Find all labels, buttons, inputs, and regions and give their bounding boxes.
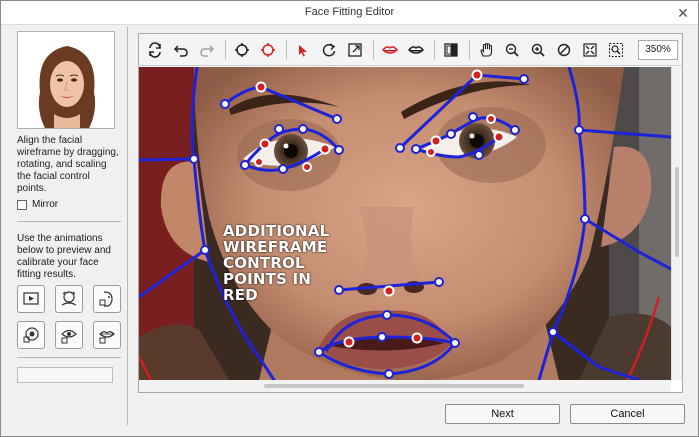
mouth-open-button[interactable] bbox=[378, 38, 402, 62]
compare-button[interactable] bbox=[439, 38, 463, 62]
mirror-option[interactable]: Mirror bbox=[17, 199, 58, 210]
cancel-button[interactable]: Cancel bbox=[570, 404, 685, 424]
arrow-cursor-icon bbox=[299, 44, 307, 57]
editor-toolbar: 350% bbox=[139, 34, 682, 66]
show-points-button[interactable] bbox=[230, 38, 254, 62]
mirror-label: Mirror bbox=[32, 199, 59, 210]
anim-play-icon bbox=[23, 292, 39, 305]
undo-icon bbox=[173, 44, 188, 57]
zoom-reset-icon bbox=[557, 43, 571, 56]
anim-lips-icon bbox=[99, 331, 115, 344]
toolbar-separator bbox=[434, 39, 435, 60]
instructions-text: Align the facial wireframe by dragging, … bbox=[17, 135, 119, 194]
face-thumbnail bbox=[17, 31, 115, 129]
panel-divider bbox=[127, 27, 128, 425]
face-canvas[interactable]: ADDITIONAL WIREFRAME CONTROL POINTS IN R… bbox=[139, 67, 671, 380]
editor-panel: 350% ADDITIONAL WIREFRAME CONTROL POINTS… bbox=[138, 33, 683, 393]
target-points-icon bbox=[235, 42, 249, 57]
zoom-actual-button[interactable] bbox=[552, 38, 576, 62]
anim-face-turn-button[interactable] bbox=[93, 285, 121, 313]
pan-tool-button[interactable] bbox=[474, 38, 498, 62]
fit-screen-icon bbox=[583, 42, 597, 57]
anim-head-rotate-icon bbox=[61, 291, 77, 306]
animation-progress-bar bbox=[17, 367, 113, 383]
redo-icon bbox=[200, 44, 215, 57]
zoom-level-field[interactable]: 350% bbox=[638, 39, 678, 60]
anim-eye-look-icon bbox=[23, 327, 39, 343]
title-bar: Face Fitting Editor ✕ bbox=[1, 1, 698, 25]
animation-buttons bbox=[17, 285, 121, 349]
toolbar-separator bbox=[225, 39, 226, 60]
anim-lips-button[interactable] bbox=[93, 321, 121, 349]
undo-button[interactable] bbox=[169, 38, 193, 62]
select-tool-button[interactable] bbox=[291, 38, 315, 62]
scale-icon bbox=[348, 42, 362, 57]
anim-eye-look-button[interactable] bbox=[17, 321, 45, 349]
hand-icon bbox=[480, 42, 493, 57]
zoom-in-button[interactable] bbox=[526, 38, 550, 62]
window-title: Face Fitting Editor bbox=[304, 6, 395, 18]
anim-eye-blink-icon bbox=[61, 329, 77, 344]
horizontal-scroll-thumb[interactable] bbox=[264, 384, 524, 388]
close-icon: ✕ bbox=[677, 5, 689, 21]
scale-tool-button[interactable] bbox=[343, 38, 367, 62]
animations-text: Use the animations below to preview and … bbox=[17, 233, 111, 280]
reset-button[interactable] bbox=[143, 38, 167, 62]
target-red-icon bbox=[261, 42, 275, 57]
anim-face-turn-icon bbox=[99, 291, 113, 307]
mouth-closed-button[interactable] bbox=[404, 38, 428, 62]
zoom-out-button[interactable] bbox=[500, 38, 524, 62]
anim-head-rotate-button[interactable] bbox=[55, 285, 83, 313]
lips-red-icon bbox=[381, 45, 399, 54]
toolbar-separator bbox=[286, 39, 287, 60]
reset-icon bbox=[149, 41, 161, 58]
close-button[interactable]: ✕ bbox=[674, 4, 692, 22]
lips-icon bbox=[407, 45, 425, 54]
next-button[interactable]: Next bbox=[445, 404, 560, 424]
toolbar-separator bbox=[373, 39, 374, 60]
face-fitting-editor-window: Face Fitting Editor ✕ Align the facial w… bbox=[0, 0, 699, 437]
redo-button[interactable] bbox=[195, 38, 219, 62]
vertical-scrollbar[interactable] bbox=[671, 67, 682, 380]
anim-eye-blink-button[interactable] bbox=[55, 321, 83, 349]
toolbar-separator bbox=[469, 39, 470, 60]
horizontal-scrollbar[interactable] bbox=[139, 380, 671, 392]
mirror-checkbox[interactable] bbox=[17, 199, 27, 210]
zoom-region-button[interactable] bbox=[604, 38, 628, 62]
rotate-icon bbox=[322, 42, 336, 56]
anim-play-button[interactable] bbox=[17, 285, 45, 313]
vertical-scroll-thumb[interactable] bbox=[675, 167, 679, 257]
zoom-out-icon bbox=[505, 43, 519, 57]
sidebar: Align the facial wireframe by dragging, … bbox=[11, 27, 123, 425]
sidebar-divider-2 bbox=[17, 357, 121, 358]
split-view-icon bbox=[444, 42, 458, 57]
face-photo bbox=[139, 67, 671, 380]
zoom-in-icon bbox=[531, 43, 545, 57]
zoom-region-icon bbox=[609, 42, 623, 57]
sidebar-divider bbox=[17, 221, 121, 222]
show-extra-points-button[interactable] bbox=[256, 38, 280, 62]
annotation-text: ADDITIONAL WIREFRAME CONTROL POINTS IN R… bbox=[223, 222, 330, 304]
fit-screen-button[interactable] bbox=[578, 38, 602, 62]
rotate-tool-button[interactable] bbox=[317, 38, 341, 62]
